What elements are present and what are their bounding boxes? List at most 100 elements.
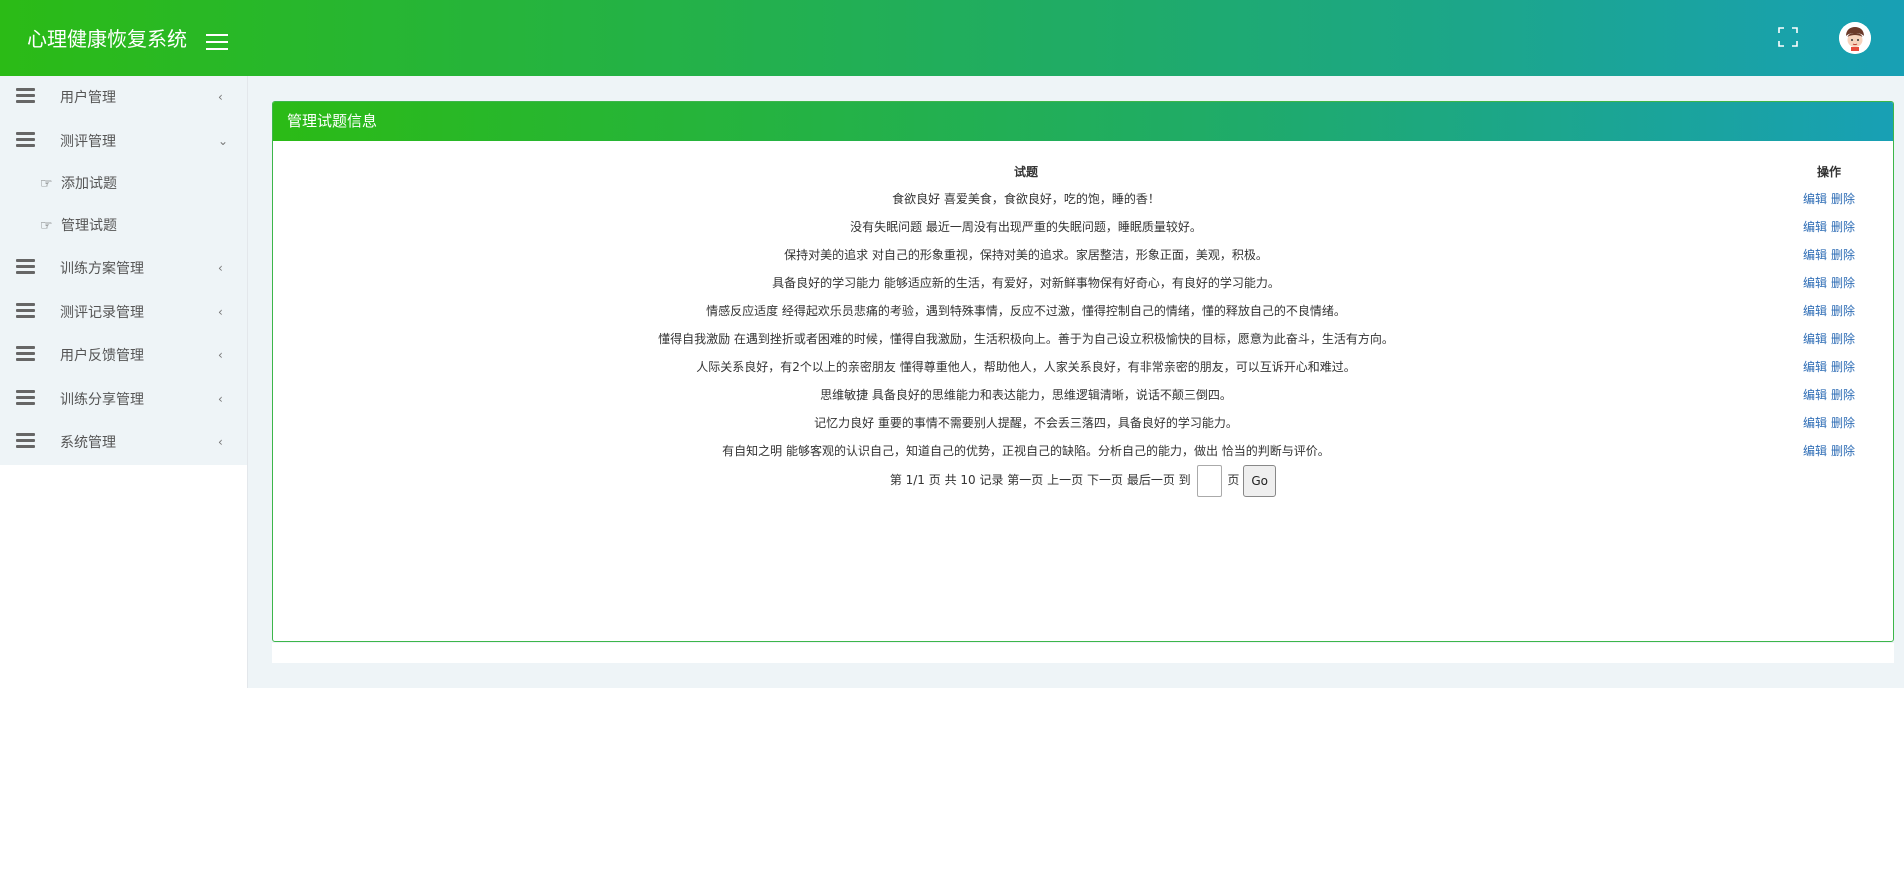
table-row: 食欲良好 喜爱美食，食欲良好，吃的饱，睡的香！ 编辑 删除	[281, 184, 1887, 212]
sidebar-subitem-label: 添加试题	[61, 176, 117, 192]
table-row: 思维敏捷 具备良好的思维能力和表达能力，思维逻辑清晰，说话不颠三倒四。 编辑 删除	[281, 380, 1887, 408]
sidebar-item-label: 测评管理	[60, 133, 116, 150]
menu-bars-icon	[16, 389, 35, 405]
first-page-link[interactable]: 第一页	[1007, 473, 1043, 487]
delete-link[interactable]: 删除	[1831, 248, 1855, 262]
delete-link[interactable]: 删除	[1831, 360, 1855, 374]
menu-bars-icon	[16, 131, 35, 147]
question-cell: 懂得自我激励 在遇到挫折或者困难的时候，懂得自我激励，生活积极向上。善于为自己设…	[658, 331, 1394, 346]
actions-cell: 编辑 删除	[1771, 380, 1887, 408]
question-cell: 保持对美的追求 对自己的形象重视，保持对美的追求。家居整洁，形象正面，美观，积极…	[784, 247, 1268, 262]
sidebar-item-label: 用户反馈管理	[60, 348, 144, 364]
menu-bars-icon	[16, 302, 35, 318]
sidebar: 用户管理 ‹ 测评管理 ⌄ ☞ 添加试题 ☞ 管理试题 训练方案管理 ‹ 测评记…	[0, 76, 248, 688]
hand-point-icon: ☞	[40, 176, 53, 192]
edit-link[interactable]: 编辑	[1803, 360, 1827, 374]
delete-link[interactable]: 删除	[1831, 388, 1855, 402]
sidebar-subitem-add-question[interactable]: ☞ 添加试题	[0, 163, 247, 205]
delete-link[interactable]: 删除	[1831, 276, 1855, 290]
edit-link[interactable]: 编辑	[1803, 248, 1827, 262]
actions-cell: 编辑 删除	[1771, 436, 1887, 464]
sidebar-item-label: 测评记录管理	[60, 304, 144, 321]
edit-link[interactable]: 编辑	[1803, 304, 1827, 318]
question-cell: 没有失眠问题 最近一周没有出现严重的失眠问题，睡眠质量较好。	[850, 219, 1202, 234]
actions-cell: 编辑 删除	[1771, 240, 1887, 268]
sidebar-subitem-label: 管理试题	[61, 218, 117, 234]
sidebar-item-training-plan-management[interactable]: 训练方案管理 ‹	[0, 247, 247, 291]
avatar[interactable]	[1839, 22, 1871, 54]
question-table: 试题 操作 食欲良好 喜爱美食，食欲良好，吃的饱，睡的香！ 编辑 删除 没有失眠问…	[281, 158, 1887, 464]
pagination-summary: 第 1/1 页 共 10 记录	[889, 473, 1004, 487]
sidebar-item-assessment-management[interactable]: 测评管理 ⌄	[0, 120, 247, 164]
question-cell: 思维敏捷 具备良好的思维能力和表达能力，思维逻辑清晰，说话不颠三倒四。	[820, 387, 1232, 402]
menu-bars-icon	[16, 259, 35, 274]
top-header: 心理健康恢复系统	[0, 0, 1904, 76]
table-row: 没有失眠问题 最近一周没有出现严重的失眠问题，睡眠质量较好。 编辑 删除	[281, 212, 1887, 240]
fullscreen-icon[interactable]	[1777, 26, 1799, 48]
sidebar-item-feedback-management[interactable]: 用户反馈管理 ‹	[0, 334, 247, 378]
edit-link[interactable]: 编辑	[1803, 388, 1827, 402]
delete-link[interactable]: 删除	[1831, 192, 1855, 206]
hand-point-icon: ☞	[40, 218, 53, 234]
menu-bars-icon	[16, 346, 35, 361]
edit-link[interactable]: 编辑	[1803, 220, 1827, 234]
actions-cell: 编辑 删除	[1771, 324, 1887, 352]
table-row: 人际关系良好，有2个以上的亲密朋友 懂得尊重他人，帮助他人，人家关系良好，有非常…	[281, 352, 1887, 380]
goto-prefix: 到	[1178, 473, 1191, 487]
delete-link[interactable]: 删除	[1831, 444, 1855, 458]
edit-link[interactable]: 编辑	[1803, 332, 1827, 346]
table-row: 保持对美的追求 对自己的形象重视，保持对美的追求。家居整洁，形象正面，美观，积极…	[281, 240, 1887, 268]
sidebar-item-user-management[interactable]: 用户管理 ‹	[0, 76, 247, 120]
delete-link[interactable]: 删除	[1831, 332, 1855, 346]
delete-link[interactable]: 删除	[1831, 416, 1855, 430]
panel-footer-strip	[272, 643, 1894, 663]
edit-link[interactable]: 编辑	[1803, 192, 1827, 206]
question-cell: 食欲良好 喜爱美食，食欲良好，吃的饱，睡的香！	[892, 191, 1160, 206]
actions-cell: 编辑 删除	[1771, 352, 1887, 380]
question-cell: 具备良好的学习能力 能够适应新的生活，有爱好，对新鲜事物保有好奇心，有良好的学习…	[772, 275, 1280, 290]
table-row: 有自知之明 能够客观的认识自己，知道自己的优势，正视自己的缺陷。分析自己的能力，…	[281, 436, 1887, 464]
avatar-icon	[1839, 22, 1871, 54]
last-page-link[interactable]: 最后一页	[1127, 473, 1175, 487]
page-number-input[interactable]	[1196, 464, 1222, 497]
column-header-question: 试题	[1013, 164, 1038, 179]
actions-cell: 编辑 删除	[1771, 268, 1887, 296]
next-page-link[interactable]: 下一页	[1087, 473, 1123, 487]
delete-link[interactable]: 删除	[1831, 220, 1855, 234]
sidebar-menu: 用户管理 ‹ 测评管理 ⌄ ☞ 添加试题 ☞ 管理试题 训练方案管理 ‹ 测评记…	[0, 76, 247, 465]
chevron-down-icon: ⌄	[218, 133, 229, 148]
edit-link[interactable]: 编辑	[1803, 276, 1827, 290]
chevron-left-icon: ‹	[218, 391, 223, 406]
sidebar-subitem-manage-questions[interactable]: ☞ 管理试题	[0, 205, 247, 247]
column-header-actions: 操作	[1816, 164, 1841, 179]
panel-title: 管理试题信息	[273, 102, 1893, 141]
chevron-left-icon: ‹	[218, 90, 223, 104]
sidebar-item-assessment-record-management[interactable]: 测评记录管理 ‹	[0, 291, 247, 335]
actions-cell: 编辑 删除	[1771, 184, 1887, 212]
question-cell: 记忆力良好 重要的事情不需要别人提醒，不会丢三落四，具备良好的学习能力。	[814, 415, 1238, 430]
chevron-left-icon: ‹	[218, 348, 223, 362]
table-row: 具备良好的学习能力 能够适应新的生活，有爱好，对新鲜事物保有好奇心，有良好的学习…	[281, 268, 1887, 296]
chevron-left-icon: ‹	[218, 304, 223, 319]
chevron-left-icon: ‹	[218, 261, 223, 275]
delete-link[interactable]: 删除	[1831, 304, 1855, 318]
sidebar-item-label: 系统管理	[60, 435, 116, 451]
table-row: 记忆力良好 重要的事情不需要别人提醒，不会丢三落四，具备良好的学习能力。 编辑删…	[281, 408, 1887, 436]
prev-page-link[interactable]: 上一页	[1047, 473, 1083, 487]
sidebar-item-label: 用户管理	[60, 90, 116, 106]
question-cell: 有自知之明 能够客观的认识自己，知道自己的优势，正视自己的缺陷。分析自己的能力，…	[722, 443, 1330, 458]
sidebar-item-system-management[interactable]: 系统管理 ‹	[0, 421, 247, 465]
actions-cell: 编辑 删除	[1771, 408, 1887, 436]
sidebar-item-training-share-management[interactable]: 训练分享管理 ‹	[0, 378, 247, 422]
sidebar-item-label: 训练分享管理	[60, 391, 144, 408]
table-header-row: 试题 操作	[281, 158, 1887, 184]
go-button[interactable]: Go	[1243, 464, 1277, 497]
question-cell: 情感反应适度 经得起欢乐员悲痛的考验，遇到特殊事情，反应不过激，懂得控制自己的情…	[706, 303, 1346, 318]
sidebar-item-label: 训练方案管理	[60, 261, 144, 277]
menu-bars-icon	[16, 88, 35, 103]
edit-link[interactable]: 编辑	[1803, 416, 1827, 430]
pagination: 第 1/1 页 共 10 记录 第一页 上一页 下一页 最后一页 到 页 Go	[273, 464, 1893, 497]
table-row: 懂得自我激励 在遇到挫折或者困难的时候，懂得自我激励，生活积极向上。善于为自己设…	[281, 324, 1887, 352]
hamburger-icon[interactable]	[206, 34, 228, 52]
edit-link[interactable]: 编辑	[1803, 444, 1827, 458]
